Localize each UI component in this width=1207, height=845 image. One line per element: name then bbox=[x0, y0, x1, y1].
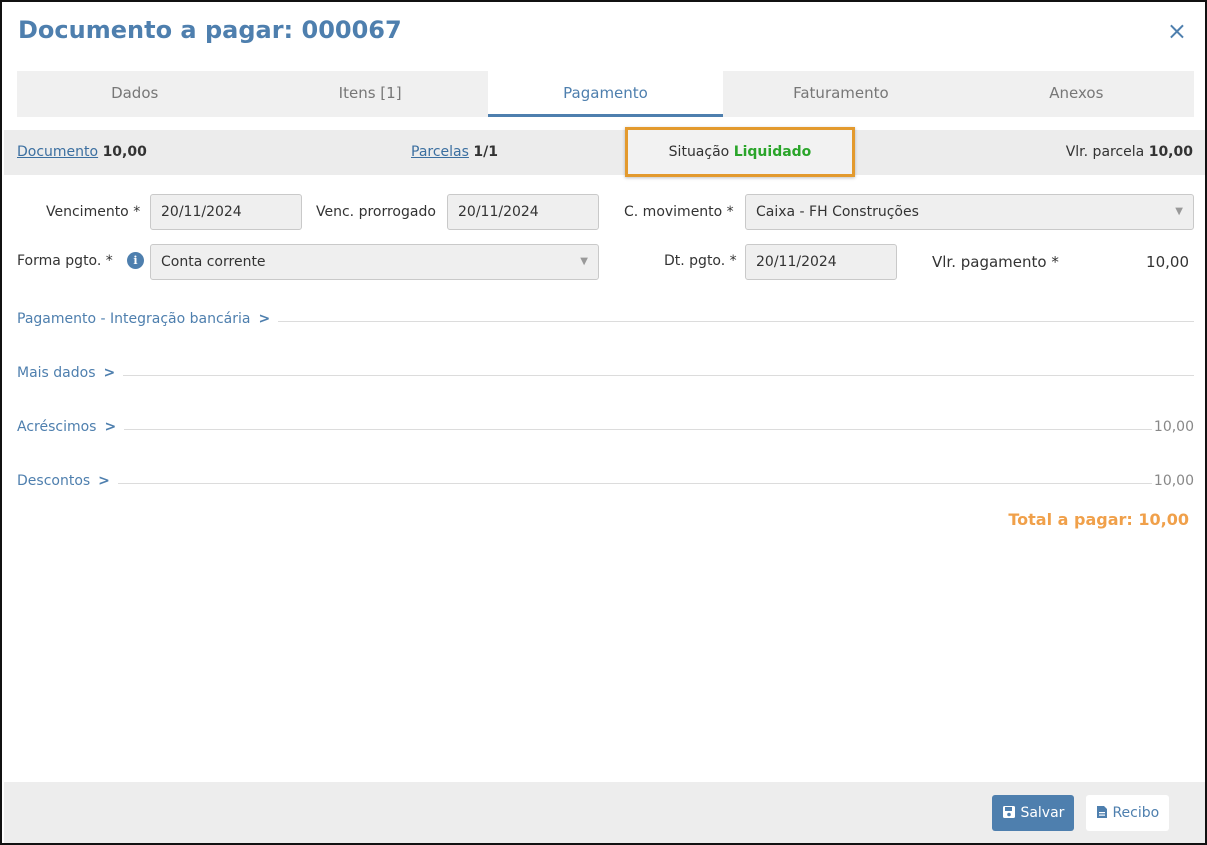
situacao-status: Liquidado bbox=[733, 144, 812, 160]
situacao-highlight: Situação Liquidado bbox=[625, 127, 855, 177]
c-movimento-label: C. movimento * bbox=[624, 204, 734, 220]
receipt-label: Recibo bbox=[1112, 805, 1160, 821]
tab-pagamento[interactable]: Pagamento bbox=[487, 71, 724, 117]
tab-faturamento[interactable]: Faturamento bbox=[723, 71, 958, 117]
parcelas-link[interactable]: Parcelas bbox=[411, 144, 469, 160]
dialog-title: Documento a pagar: 000067 bbox=[18, 16, 402, 44]
parcelas-value: 1/1 bbox=[473, 144, 498, 160]
vlr-pagamento-value: 10,00 bbox=[1146, 253, 1189, 271]
info-icon[interactable]: i bbox=[127, 252, 144, 269]
dt-pgto-input[interactable]: 20/11/2024 bbox=[745, 244, 897, 280]
descontos-value: 10,00 bbox=[1153, 473, 1194, 489]
venc-prorrogado-label: Venc. prorrogado bbox=[316, 204, 436, 220]
save-button[interactable]: Salvar bbox=[992, 795, 1075, 831]
vencimento-input[interactable]: 20/11/2024 bbox=[150, 194, 302, 230]
summary-vlr-parcela: Vlr. parcela 10,00 bbox=[1066, 144, 1193, 160]
section-title: Pagamento - Integração bancária bbox=[17, 311, 251, 327]
vlr-pagamento-label: Vlr. pagamento * bbox=[932, 253, 1059, 271]
tab-dados[interactable]: Dados bbox=[17, 71, 252, 117]
divider bbox=[124, 428, 1152, 430]
summary-parcelas: Parcelas 1/1 bbox=[411, 144, 498, 160]
forma-pgto-select[interactable]: Conta corrente ▼ bbox=[150, 244, 599, 280]
chevron-right-icon: > bbox=[258, 311, 271, 327]
forma-pgto-label: Forma pgto. * bbox=[17, 253, 113, 269]
situacao-label: Situação bbox=[668, 144, 730, 160]
chevron-down-icon: ▼ bbox=[1175, 206, 1183, 217]
dialog-footer: Salvar Recibo bbox=[4, 782, 1205, 843]
tab-anexos[interactable]: Anexos bbox=[959, 71, 1194, 117]
divider bbox=[123, 374, 1194, 376]
section-mais-dados[interactable]: Mais dados > bbox=[17, 362, 1194, 384]
section-title: Descontos bbox=[17, 473, 91, 489]
tab-itens[interactable]: Itens [1] bbox=[252, 71, 487, 117]
save-icon bbox=[1002, 805, 1020, 821]
dialog: Documento a pagar: 000067 × Dados Itens … bbox=[0, 0, 1207, 845]
tab-bar: Dados Itens [1] Pagamento Faturamento An… bbox=[17, 71, 1194, 117]
close-icon[interactable]: × bbox=[1167, 16, 1187, 46]
section-acrescimos[interactable]: Acréscimos > 10,00 bbox=[17, 416, 1194, 438]
section-title: Acréscimos bbox=[17, 419, 97, 435]
summary-bar: Documento 10,00 Parcelas 1/1 Vlr. parcel… bbox=[4, 130, 1205, 175]
documento-value: 10,00 bbox=[102, 144, 147, 160]
chevron-right-icon: > bbox=[98, 473, 110, 489]
receipt-button[interactable]: Recibo bbox=[1086, 795, 1170, 831]
vencimento-label: Vencimento * bbox=[46, 204, 141, 220]
divider bbox=[278, 320, 1194, 322]
vlr-parcela-value: 10,00 bbox=[1148, 144, 1193, 160]
c-movimento-value: Caixa - FH Construções bbox=[756, 204, 919, 220]
acrescimos-value: 10,00 bbox=[1153, 419, 1194, 435]
forma-pgto-value: Conta corrente bbox=[161, 254, 266, 270]
section-title: Mais dados bbox=[17, 365, 96, 381]
chevron-down-icon: ▼ bbox=[580, 256, 588, 267]
documento-link[interactable]: Documento bbox=[17, 144, 98, 160]
section-descontos[interactable]: Descontos > 10,00 bbox=[17, 470, 1194, 492]
chevron-right-icon: > bbox=[103, 365, 116, 381]
c-movimento-select[interactable]: Caixa - FH Construções ▼ bbox=[745, 194, 1194, 230]
document-icon bbox=[1096, 805, 1112, 821]
total-a-pagar: Total a pagar: 10,00 bbox=[1008, 510, 1189, 529]
chevron-right-icon: > bbox=[104, 419, 117, 435]
venc-prorrogado-input[interactable]: 20/11/2024 bbox=[447, 194, 599, 230]
vlr-parcela-label: Vlr. parcela bbox=[1065, 144, 1145, 160]
dt-pgto-label: Dt. pgto. * bbox=[664, 253, 737, 269]
save-label: Salvar bbox=[1020, 805, 1065, 821]
summary-documento: Documento 10,00 bbox=[17, 144, 147, 160]
section-integracao-bancaria[interactable]: Pagamento - Integração bancária > bbox=[17, 308, 1194, 330]
divider bbox=[117, 482, 1152, 484]
